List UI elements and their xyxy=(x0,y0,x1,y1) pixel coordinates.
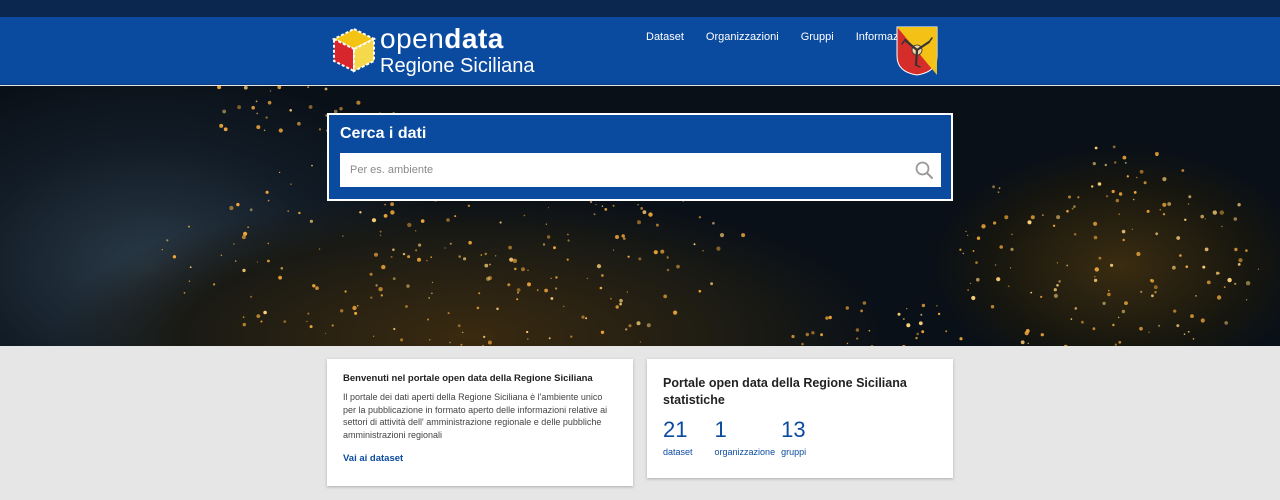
stat-value: 13 xyxy=(781,417,806,442)
search-title: Cerca i dati xyxy=(340,125,427,142)
stat-value: 1 xyxy=(714,417,727,442)
stats-title: Portale open data della Regione Sicilian… xyxy=(663,376,907,407)
stat-label: gruppi xyxy=(781,447,807,457)
stat-gruppi[interactable]: 13 gruppi xyxy=(781,417,806,457)
stat-label: dataset xyxy=(663,447,693,457)
nav-gruppi[interactable]: Gruppi xyxy=(801,31,834,43)
top-strip xyxy=(0,0,1280,17)
search-input[interactable] xyxy=(340,153,941,187)
content-area xyxy=(0,346,1280,500)
stats-list: 21 dataset 1 organizzazione 13 gruppi xyxy=(663,417,937,457)
welcome-card: Benvenuti nel portale open data della Re… xyxy=(327,359,633,486)
go-to-datasets-link[interactable]: Vai ai dataset xyxy=(343,453,403,464)
search-icon[interactable] xyxy=(915,161,933,179)
stat-label: organizzazione xyxy=(714,447,776,457)
logo-wordmark: opendata xyxy=(380,23,504,54)
site-logo[interactable]: opendata Regione Siciliana xyxy=(330,23,540,81)
search-panel: Cerca i dati xyxy=(327,113,953,201)
welcome-title: Benvenuti nel portale open data della Re… xyxy=(343,373,593,384)
nav-organizzazioni[interactable]: Organizzazioni xyxy=(706,31,779,43)
logo-subtitle: Regione Siciliana xyxy=(380,55,535,77)
stat-dataset[interactable]: 21 dataset xyxy=(663,417,693,457)
sicily-coat-of-arms-icon[interactable] xyxy=(896,26,938,76)
nav-dataset[interactable]: Dataset xyxy=(646,31,684,43)
stats-card: Portale open data della Regione Sicilian… xyxy=(647,359,953,478)
header-navbar: opendata Regione Siciliana Dataset Organ… xyxy=(0,17,1280,85)
cube-logo-icon xyxy=(331,27,377,73)
main-nav: Dataset Organizzazioni Gruppi Informazio… xyxy=(646,31,938,43)
stat-value: 21 xyxy=(663,417,688,442)
stat-organizzazione[interactable]: 1 organizzazione xyxy=(715,417,776,457)
welcome-text: Il portale dei dati aperti della Regione… xyxy=(343,392,608,440)
